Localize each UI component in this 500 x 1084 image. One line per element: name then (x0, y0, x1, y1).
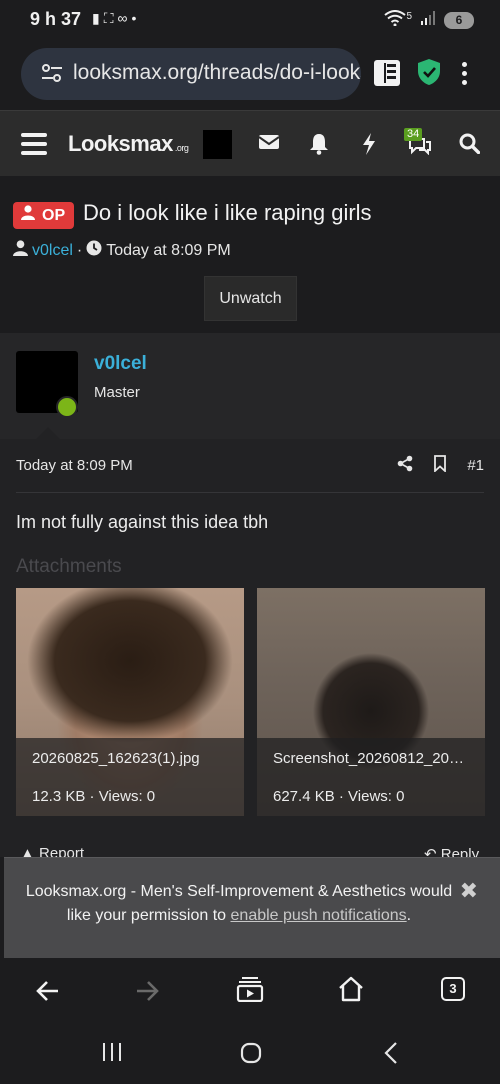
attachment-thumbnail[interactable]: Screenshot_20260812_20… 627.4 KB · Views… (257, 588, 485, 816)
thread-meta: v0lcel · Today at 8:09 PM (13, 240, 231, 261)
thread-title: Do i look like i like raping girls (83, 200, 372, 225)
url-text: looksmax.org/threads/do-i-looks-like-i-l… (73, 61, 361, 84)
poster-rank: Master (94, 384, 140, 401)
user-icon (21, 202, 35, 229)
bell-icon[interactable] (309, 133, 329, 160)
author-icon (13, 240, 28, 261)
battery-indicator: 6 (444, 12, 474, 29)
alert-icon: ▮ (92, 10, 104, 26)
post: v0lcel Master Today at 8:09 PM #1 Im not… (0, 333, 500, 863)
logo-text: Looksmax (68, 131, 173, 156)
screenshot-icon: ⛶ (103, 10, 118, 26)
forward-arrow-icon[interactable] (136, 980, 160, 1007)
close-icon[interactable]: ✖ (460, 878, 478, 904)
home-icon[interactable] (338, 976, 364, 1007)
share-icon[interactable] (397, 455, 413, 476)
cellular-signal-icon (420, 11, 436, 30)
clock-icon (86, 240, 102, 261)
notification-message: Looksmax.org - Men's Self-Improvement & … (24, 880, 454, 928)
unwatch-button[interactable]: Unwatch (204, 276, 297, 321)
post-user-block: v0lcel Master (0, 333, 500, 439)
post-actions: #1 (397, 455, 484, 476)
attachment-meta: 627.4 KB · Views: 0 (273, 788, 405, 805)
reader-mode-icon[interactable] (374, 60, 400, 86)
push-notification-banner: Looksmax.org - Men's Self-Improvement & … (4, 857, 500, 958)
wifi-band-label: 5 (406, 11, 412, 22)
user-avatar-button[interactable] (203, 130, 232, 159)
site-settings-icon[interactable] (41, 64, 63, 87)
tab-count-button[interactable]: 3 (441, 977, 465, 1001)
media-tabs-icon[interactable] (236, 976, 264, 1007)
attachment-caption: Screenshot_20260812_20… 627.4 KB · Views… (257, 738, 485, 816)
site-header: Looksmax .org 34 (0, 110, 500, 176)
home-button-icon[interactable] (240, 1042, 262, 1069)
status-icons: ▮⛶∞• (92, 10, 140, 27)
lightning-icon[interactable] (362, 133, 376, 160)
online-status-indicator (56, 396, 78, 418)
attachment-filename: 20260825_162623(1).jpg (32, 750, 200, 767)
recent-apps-icon[interactable] (101, 1042, 123, 1067)
status-time: 9 h 37 (30, 9, 82, 29)
url-bar[interactable]: looksmax.org/threads/do-i-looks-like-i-l… (21, 48, 361, 100)
notification-text-end: . (406, 907, 412, 924)
attachment-filename: Screenshot_20260812_20… (273, 750, 464, 767)
status-bar: 9 h 37 ▮⛶∞• 5 6 (0, 0, 500, 40)
post-date[interactable]: Today at 8:09 PM (16, 457, 133, 474)
inbox-icon[interactable] (258, 133, 280, 156)
search-icon[interactable] (459, 133, 481, 159)
browser-toolbar: looksmax.org/threads/do-i-looks-like-i-l… (0, 40, 500, 110)
wifi-icon (384, 10, 407, 31)
dot-icon: • (131, 10, 141, 26)
browser-bottom-nav: 3 (0, 958, 500, 1024)
system-navigation-bar (0, 1024, 500, 1084)
alerts-badge: 34 (404, 128, 423, 141)
thread-time[interactable]: Today at 8:09 PM (106, 242, 231, 260)
poster-username[interactable]: v0lcel (94, 353, 147, 375)
meta-separator: · (76, 241, 83, 259)
op-badge: OP (13, 202, 75, 229)
attachment-meta: 12.3 KB · Views: 0 (32, 788, 156, 805)
post-body: Im not fully against this idea tbh (16, 512, 269, 532)
attachment-caption: 20260825_162623(1).jpg 12.3 KB · Views: … (16, 738, 244, 816)
attachments-heading: Attachments (16, 556, 122, 577)
more-options-icon[interactable] (462, 62, 468, 89)
back-button-icon[interactable] (383, 1041, 399, 1070)
thread-author-link[interactable]: v0lcel (32, 242, 73, 260)
op-badge-label: OP (42, 207, 66, 224)
voicemail-icon: ∞ (117, 10, 132, 26)
logo-suffix: .org (174, 143, 189, 153)
site-logo[interactable]: Looksmax .org (68, 131, 189, 157)
post-divider (16, 492, 484, 493)
bookmark-icon[interactable] (433, 455, 447, 476)
post-number-link[interactable]: #1 (467, 457, 484, 474)
attachment-thumbnail[interactable]: 20260825_162623(1).jpg 12.3 KB · Views: … (16, 588, 244, 816)
back-arrow-icon[interactable] (35, 980, 59, 1007)
enable-push-link[interactable]: enable push notifications (231, 907, 407, 924)
thread-header: OP Do i look like i like raping girls v0… (0, 176, 500, 333)
user-block-caret (36, 427, 60, 439)
menu-icon[interactable] (21, 133, 47, 160)
shield-icon[interactable] (417, 58, 441, 91)
